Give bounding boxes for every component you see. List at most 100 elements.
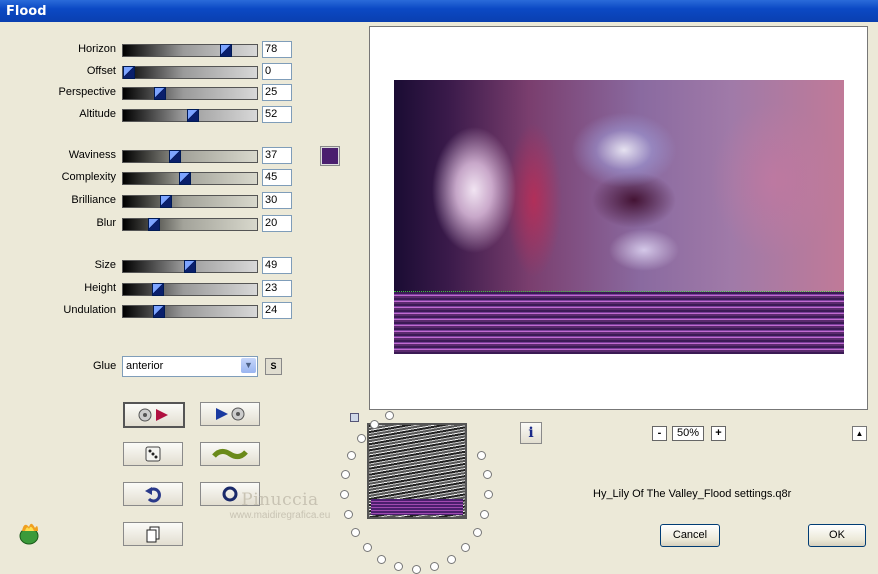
complexity-value-field[interactable]: 45 <box>262 169 292 186</box>
brilliance-slider[interactable] <box>122 195 258 208</box>
preset-wheel-dot[interactable] <box>340 490 350 500</box>
height-slider[interactable] <box>122 283 258 296</box>
glue-select[interactable]: anterior ▼ <box>122 356 258 377</box>
slider-label: Perspective <box>58 86 116 98</box>
preset-wheel-dot[interactable] <box>429 562 439 572</box>
preset-wheel-dot[interactable] <box>461 543 471 553</box>
zoom-out-button[interactable]: - <box>652 426 667 441</box>
waviness-slider[interactable] <box>122 150 258 163</box>
wave-icon <box>212 448 248 460</box>
watermark-name: Pinuccia <box>241 490 319 510</box>
ok-button[interactable]: OK <box>808 524 866 547</box>
preset-wheel-dot[interactable] <box>412 565 421 574</box>
slider-row-perspective: Perspective 25 <box>0 83 300 103</box>
randomize-button[interactable] <box>123 442 183 466</box>
undulation-value-field[interactable]: 24 <box>262 302 292 319</box>
slider-thumb[interactable] <box>179 172 191 185</box>
zoom-in-button[interactable]: + <box>711 426 726 441</box>
slider-thumb[interactable] <box>160 195 172 208</box>
flood-dialog: Horizon 78 Offset 0 Perspective 25 Altit… <box>0 22 878 574</box>
slider-row-brilliance: Brilliance 30 <box>0 191 300 211</box>
blur-slider[interactable] <box>122 218 258 231</box>
glue-label: Glue <box>93 360 117 372</box>
horizon-value-field[interactable]: 78 <box>262 41 292 58</box>
wave-button[interactable] <box>200 442 260 466</box>
slider-label: Waviness <box>68 149 116 161</box>
slider-thumb[interactable] <box>148 218 160 231</box>
info-button[interactable]: i <box>520 422 542 444</box>
preset-wheel-dot[interactable] <box>483 490 493 500</box>
preset-wheel-dot[interactable] <box>482 470 492 479</box>
chevron-down-icon[interactable]: ▼ <box>241 358 256 373</box>
preset-wheel-dot[interactable] <box>477 450 487 460</box>
slider-thumb[interactable] <box>184 260 196 273</box>
altitude-value-field[interactable]: 52 <box>262 106 292 123</box>
preview-sky <box>394 80 844 292</box>
load-preset-button[interactable] <box>200 402 260 426</box>
slider-row-offset: Offset 0 <box>0 62 300 82</box>
size-slider[interactable] <box>122 260 258 273</box>
perspective-value-field[interactable]: 25 <box>262 84 292 101</box>
random-preset-button[interactable] <box>123 402 185 428</box>
slider-thumb[interactable] <box>153 305 165 318</box>
slider-thumb[interactable] <box>187 109 199 122</box>
glue-s-button[interactable]: S <box>265 358 282 375</box>
preset-wheel-dot[interactable] <box>446 555 456 565</box>
preset-wheel-dot[interactable] <box>362 543 372 553</box>
slider-thumb[interactable] <box>169 150 181 163</box>
flaming-pear-logo-icon <box>19 523 39 545</box>
slider-thumb[interactable] <box>154 87 166 100</box>
blur-value-field[interactable]: 20 <box>262 215 292 232</box>
preset-wheel-dot[interactable] <box>385 410 395 420</box>
preset-wheel-dot[interactable] <box>343 509 353 519</box>
settings-filename: Hy_Lily Of The Valley_Flood settings.q8r <box>593 488 792 500</box>
slider-thumb[interactable] <box>123 66 135 79</box>
offset-slider[interactable] <box>122 66 258 79</box>
cancel-button[interactable]: Cancel <box>660 524 720 547</box>
slider-thumb[interactable] <box>152 283 164 296</box>
height-value-field[interactable]: 23 <box>262 280 292 297</box>
slider-label: Offset <box>86 65 116 77</box>
wave-color-swatch[interactable] <box>320 146 340 166</box>
preset-wheel-dot[interactable] <box>377 555 387 565</box>
slider-row-blur: Blur 20 <box>0 214 300 234</box>
slider-thumb[interactable] <box>220 44 232 57</box>
preset-wheel-dot[interactable] <box>472 527 482 537</box>
horizon-line[interactable] <box>394 291 844 293</box>
waviness-value-field[interactable]: 37 <box>262 147 292 164</box>
horizon-slider[interactable] <box>122 44 258 57</box>
perspective-slider[interactable] <box>122 87 258 100</box>
title-bar: Flood <box>0 0 878 22</box>
preset-wheel-dot[interactable] <box>341 470 351 479</box>
preset-wheel-dot[interactable] <box>369 420 379 430</box>
offset-value-field[interactable]: 0 <box>262 63 292 80</box>
slider-row-horizon: Horizon 78 <box>0 40 300 60</box>
preset-thumbnail[interactable] <box>367 423 467 519</box>
preview-image[interactable] <box>394 80 844 354</box>
preview-panel[interactable] <box>369 26 868 410</box>
slider-label: Height <box>84 282 116 294</box>
window-title: Flood <box>6 4 47 19</box>
wheel-square-handle[interactable] <box>350 413 359 422</box>
watermark-url: www.maidiregrafica.eu <box>229 510 331 521</box>
glue-selected-value: anterior <box>126 360 164 372</box>
zoom-level: 50% <box>672 426 704 441</box>
altitude-slider[interactable] <box>122 109 258 122</box>
undulation-slider[interactable] <box>122 305 258 318</box>
preset-wheel-dot[interactable] <box>346 450 356 460</box>
complexity-slider[interactable] <box>122 172 258 185</box>
slider-row-size: Size 49 <box>0 256 300 276</box>
slider-label: Altitude <box>79 108 116 120</box>
slider-label: Blur <box>96 217 116 229</box>
preset-wheel-dot[interactable] <box>351 527 361 537</box>
preset-wheel-dot[interactable] <box>480 509 490 519</box>
copy-button[interactable] <box>123 522 183 546</box>
brilliance-value-field[interactable]: 30 <box>262 192 292 209</box>
preset-wheel-dot[interactable] <box>356 434 366 443</box>
size-value-field[interactable]: 49 <box>262 257 292 274</box>
slider-row-altitude: Altitude 52 <box>0 105 300 125</box>
slider-row-complexity: Complexity 45 <box>0 168 300 188</box>
undo-button[interactable] <box>123 482 183 506</box>
chevron-up-icon[interactable]: ▲ <box>852 426 867 441</box>
preset-wheel-dot[interactable] <box>394 562 404 572</box>
